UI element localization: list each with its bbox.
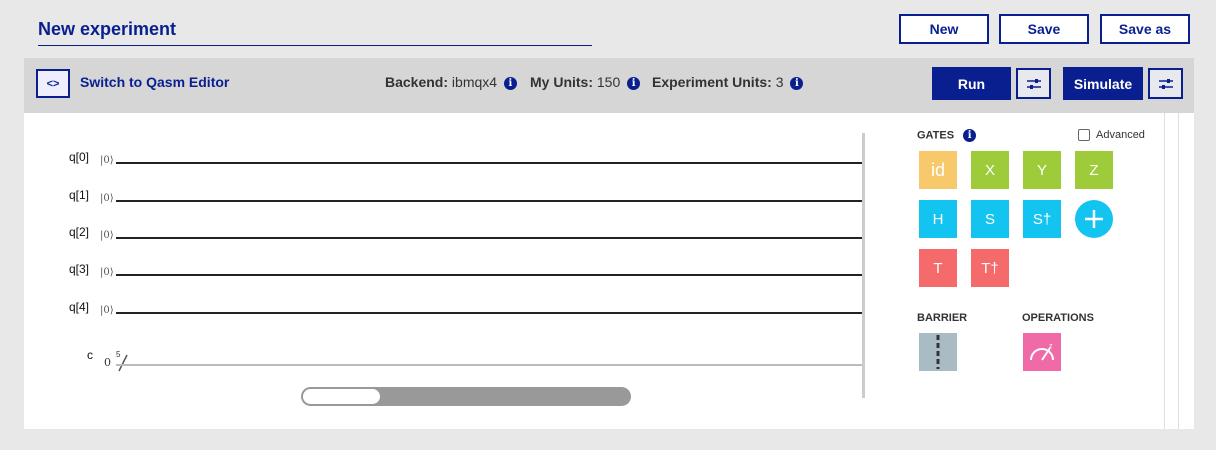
gate-x[interactable]: X xyxy=(971,151,1009,189)
panel-border xyxy=(1164,113,1165,429)
barrier-heading: BARRIER xyxy=(917,312,968,324)
experiment-units-info-icon[interactable]: i xyxy=(790,76,804,90)
qubit-wire[interactable] xyxy=(116,162,862,164)
scrollbar-thumb[interactable] xyxy=(303,389,380,404)
code-brackets-icon: <> xyxy=(46,77,60,90)
svg-text:z: z xyxy=(1049,343,1053,350)
add-gate-button[interactable] xyxy=(1075,200,1113,238)
new-button[interactable]: New xyxy=(899,14,989,44)
sliders-icon xyxy=(1158,78,1173,89)
panel-border xyxy=(1178,113,1179,429)
qubit-wire[interactable] xyxy=(116,312,862,314)
classical-init-value: 0 xyxy=(104,356,111,369)
backend-label: Backend: xyxy=(385,74,449,90)
my-units-info: My Units: 150 i xyxy=(530,74,641,90)
barrier-gate[interactable] xyxy=(919,333,957,371)
bus-slash-icon xyxy=(118,354,128,372)
advanced-toggle[interactable]: Advanced xyxy=(1078,129,1145,141)
switch-editor-button[interactable]: <> xyxy=(36,69,70,98)
gates-info-icon[interactable]: i xyxy=(963,129,977,142)
qubit-label: q[3] xyxy=(69,262,90,276)
plus-icon xyxy=(1085,210,1103,228)
qubit-label: q[4] xyxy=(69,300,90,314)
run-button[interactable]: Run xyxy=(932,67,1011,100)
simulate-settings-button[interactable] xyxy=(1148,68,1183,99)
classical-register-label: c xyxy=(87,348,93,362)
experiment-units-info: Experiment Units: 3 i xyxy=(652,74,804,90)
my-units-value: 150 xyxy=(596,74,621,90)
barrier-dashed-icon xyxy=(936,335,940,369)
qubit-label: q[1] xyxy=(69,188,90,202)
gate-sdg[interactable]: S† xyxy=(1023,200,1061,238)
circuit-composer: q[0] |0⟩ q[1] |0⟩ q[2] |0⟩ q[3] |0⟩ q[4]… xyxy=(24,113,1194,429)
measure-gate[interactable]: z xyxy=(1023,333,1061,371)
backend-value: ibmqx4 xyxy=(451,74,498,90)
experiment-units-label: Experiment Units: xyxy=(652,74,772,90)
gate-s[interactable]: S xyxy=(971,200,1009,238)
qubit-init-state: |0⟩ xyxy=(100,155,114,166)
gate-tdg[interactable]: T† xyxy=(971,249,1009,287)
backend-info-icon[interactable]: i xyxy=(503,76,517,90)
experiment-toolbar: <> Switch to Qasm Editor Backend: ibmqx4… xyxy=(24,58,1194,113)
qubit-label: q[0] xyxy=(69,150,90,164)
qubit-init-state: |0⟩ xyxy=(100,267,114,278)
gates-heading: GATES i xyxy=(917,129,977,142)
my-units-label: My Units: xyxy=(530,74,593,90)
sliders-icon xyxy=(1026,78,1041,89)
classical-wire[interactable] xyxy=(116,364,862,366)
qubit-init-state: |0⟩ xyxy=(100,193,114,204)
run-settings-button[interactable] xyxy=(1016,68,1051,99)
experiment-title-input[interactable]: New experiment xyxy=(38,14,592,46)
gate-y[interactable]: Y xyxy=(1023,151,1061,189)
save-button[interactable]: Save xyxy=(999,14,1089,44)
meter-icon: z xyxy=(1030,343,1054,361)
circuit-edge-divider xyxy=(862,133,865,398)
my-units-info-icon[interactable]: i xyxy=(627,76,641,90)
backend-info: Backend: ibmqx4 i xyxy=(385,74,517,90)
qubit-wire[interactable] xyxy=(116,200,862,202)
qubit-init-state: |0⟩ xyxy=(100,305,114,316)
qubit-wire[interactable] xyxy=(116,237,862,239)
gate-t[interactable]: T xyxy=(919,249,957,287)
gate-z[interactable]: Z xyxy=(1075,151,1113,189)
qubit-label: q[2] xyxy=(69,225,90,239)
operations-heading: OPERATIONS xyxy=(1022,312,1094,324)
simulate-button[interactable]: Simulate xyxy=(1063,67,1143,100)
save-as-button[interactable]: Save as xyxy=(1100,14,1190,44)
advanced-checkbox[interactable] xyxy=(1078,129,1090,141)
qubit-init-state: |0⟩ xyxy=(100,230,114,241)
gate-h[interactable]: H xyxy=(919,200,957,238)
advanced-label: Advanced xyxy=(1096,129,1145,141)
gate-id[interactable]: id xyxy=(919,151,957,189)
qubit-wire[interactable] xyxy=(116,274,862,276)
switch-editor-link[interactable]: Switch to Qasm Editor xyxy=(80,74,229,90)
experiment-units-value: 3 xyxy=(775,74,784,90)
